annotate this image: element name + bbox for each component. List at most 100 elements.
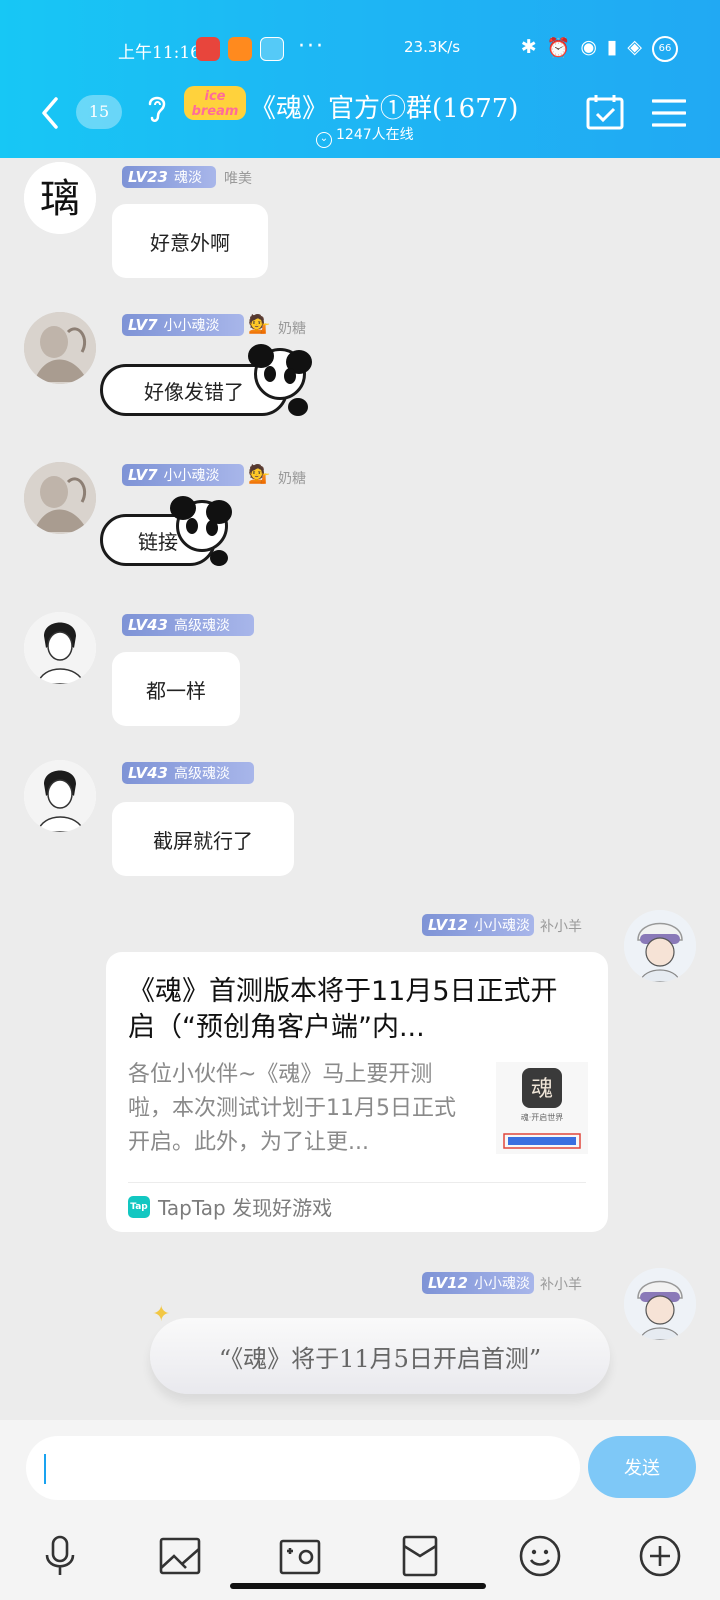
- camera-icon: [279, 1539, 321, 1575]
- battery-icon: 66: [652, 36, 678, 62]
- input-toolbar: [0, 1530, 720, 1582]
- panda-ear-icon: [170, 496, 196, 520]
- link-card-source-label: TapTap 发现好游戏: [158, 1196, 333, 1220]
- emoji-button[interactable]: [518, 1534, 562, 1578]
- panda-paw-icon: [288, 398, 308, 416]
- hamburger-menu-icon: [651, 99, 687, 127]
- chat-header: 上午11:16 ··· 23.3K/s ✱ ⏰ ◉ ▮ ◈ 66 15 ice …: [0, 0, 720, 158]
- panda-eye-icon: [206, 520, 218, 536]
- level-number: LV43: [128, 764, 168, 782]
- level-title: 高级魂淡: [173, 766, 230, 782]
- online-count-text: 1247人在线: [336, 127, 414, 143]
- nfc-icon: ◉: [580, 36, 597, 58]
- message-input[interactable]: [26, 1436, 580, 1500]
- status-time: 上午11:16: [118, 43, 201, 63]
- avatar[interactable]: [624, 1268, 696, 1340]
- divider: [128, 1182, 586, 1183]
- level-title: 魂淡: [173, 170, 202, 186]
- calendar-checkin-button[interactable]: [586, 94, 624, 130]
- level-badge: LV23 魂淡: [122, 166, 216, 188]
- sender-nickname[interactable]: 唯美: [224, 168, 252, 188]
- more-button[interactable]: [638, 1534, 682, 1578]
- message-bubble[interactable]: 好意外啊: [112, 204, 268, 278]
- svg-text:魂: 魂: [531, 1077, 553, 1102]
- level-title: 小小魂淡: [163, 468, 220, 484]
- panda-eye-icon: [186, 518, 198, 534]
- plus-circle-icon: [639, 1535, 681, 1577]
- calendar-check-icon: [586, 95, 624, 130]
- app-notification-icon: [228, 37, 252, 61]
- sender-nickname[interactable]: 补小羊: [540, 916, 582, 936]
- level-badge: LV12 小小魂淡: [422, 1272, 534, 1294]
- network-speed: 23.3K/s: [404, 38, 461, 56]
- more-notifications-icon: ···: [298, 34, 325, 59]
- level-badge: LV7 小小魂淡: [122, 464, 244, 486]
- level-number: LV43: [128, 616, 168, 634]
- avatar[interactable]: [24, 462, 96, 534]
- link-card-title: 《魂》首测版本将于11月5日正式开启（“预创角客户端”内...: [128, 976, 558, 1043]
- level-number: LV7: [128, 316, 158, 334]
- voice-button[interactable]: [38, 1534, 82, 1578]
- image-icon: [159, 1537, 201, 1575]
- level-title: 高级魂淡: [173, 618, 230, 634]
- chevron-left-icon: [42, 97, 58, 129]
- level-number: LV12: [428, 1274, 468, 1292]
- avatar[interactable]: [24, 760, 96, 832]
- level-number: LV12: [428, 916, 468, 934]
- level-badge: LV7 小小魂淡: [122, 314, 244, 336]
- panda-ear-icon: [248, 344, 274, 368]
- menu-button[interactable]: [651, 98, 687, 128]
- message-bubble[interactable]: 截屏就行了: [112, 802, 294, 876]
- taptap-logo-icon: Tap: [128, 1195, 150, 1218]
- camera-button[interactable]: [278, 1534, 322, 1578]
- link-card-source: Tap TapTap 发现好游戏: [128, 1192, 332, 1221]
- red-packet-button[interactable]: [398, 1534, 442, 1578]
- text-caret: [44, 1454, 46, 1484]
- panda-eye-icon: [264, 366, 276, 382]
- chat-screen: 上午11:16 ··· 23.3K/s ✱ ⏰ ◉ ▮ ◈ 66 15 ice …: [0, 0, 720, 1600]
- svg-text:璃: 璃: [40, 176, 80, 222]
- image-button[interactable]: [158, 1534, 202, 1578]
- bluetooth-icon: ✱: [520, 36, 537, 58]
- link-card[interactable]: 《魂》首测版本将于11月5日正式开启（“预创角客户端”内... 各位小伙伴~《魂…: [106, 952, 608, 1232]
- group-logo: ice bream: [184, 86, 246, 120]
- send-button[interactable]: 发送: [588, 1436, 696, 1498]
- sender-nickname[interactable]: 奶糖: [278, 468, 306, 488]
- avatar[interactable]: 璃: [24, 162, 96, 234]
- smiley-icon: [519, 1535, 561, 1577]
- level-title: 小小魂淡: [473, 1276, 530, 1292]
- link-card-description: 各位小伙伴~《魂》马上要开测啦，本次测试计划于11月5日正式开启。此外，为了让更…: [128, 1062, 456, 1155]
- avatar[interactable]: [24, 612, 96, 684]
- home-indicator[interactable]: [230, 1583, 486, 1589]
- red-packet-icon: [402, 1535, 438, 1577]
- app-notification-icon: [196, 37, 220, 61]
- level-badge: LV43 高级魂淡: [122, 762, 254, 784]
- level-title: 小小魂淡: [473, 918, 530, 934]
- status-bar: 上午11:16 ··· 23.3K/s ✱ ⏰ ◉ ▮ ◈ 66: [0, 0, 720, 92]
- link-card-thumbnail: 魂 魂·开启世界: [496, 1062, 588, 1154]
- online-count[interactable]: ⌄ 1247人在线: [316, 124, 414, 148]
- message-bubble[interactable]: 都一样: [112, 652, 240, 726]
- input-area: 发送: [0, 1420, 720, 1600]
- sender-nickname[interactable]: 奶糖: [278, 318, 306, 338]
- group-title[interactable]: 《魂》官方①群(1677): [250, 88, 518, 125]
- signal-icon: ▮: [606, 36, 618, 58]
- message-bubble[interactable]: “《魂》将于11月5日开启首测”: [150, 1318, 610, 1394]
- chevron-down-icon: ⌄: [316, 132, 332, 148]
- avatar[interactable]: [24, 312, 96, 384]
- back-button[interactable]: [36, 95, 66, 131]
- sender-nickname[interactable]: 补小羊: [540, 1274, 582, 1294]
- ear-icon[interactable]: [144, 92, 170, 126]
- panda-eye-icon: [284, 368, 296, 384]
- wifi-icon: ◈: [627, 36, 642, 58]
- avatar[interactable]: [624, 910, 696, 982]
- app-notification-icon: [260, 37, 284, 61]
- panda-paw-icon: [210, 550, 228, 566]
- microphone-icon: [45, 1535, 75, 1575]
- unread-count-badge[interactable]: 15: [76, 95, 122, 129]
- level-badge: LV12 小小魂淡: [422, 914, 534, 936]
- level-badge: LV43 高级魂淡: [122, 614, 254, 636]
- emoji-badge: 💁: [248, 314, 271, 335]
- level-number: LV7: [128, 466, 158, 484]
- level-title: 小小魂淡: [163, 318, 220, 334]
